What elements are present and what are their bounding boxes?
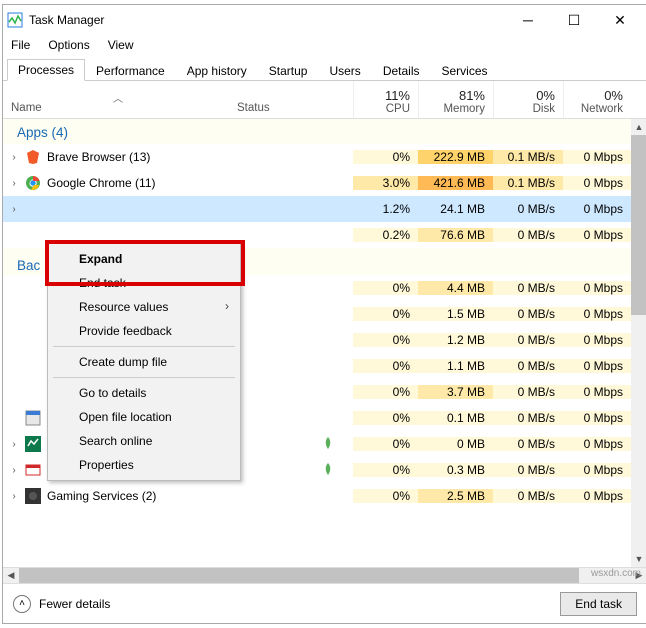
status-cell (233, 436, 353, 453)
process-name: Gaming Services (2) (47, 489, 156, 503)
cpu-cell: 0.2% (353, 228, 418, 242)
network-cell: 0 Mbps (563, 150, 631, 164)
process-row[interactable]: › Gaming Services (2) 0% 2.5 MB 0 MB/s 0… (3, 483, 646, 509)
disk-cell: 0.1 MB/s (493, 150, 563, 164)
maximize-button[interactable]: ☐ (551, 5, 597, 35)
menubar: File Options View (3, 35, 646, 55)
process-row[interactable]: › Brave Browser (13) 0% 222.9 MB 0.1 MB/… (3, 144, 646, 170)
end-task-button[interactable]: End task (560, 592, 637, 616)
feeds-icon (25, 436, 41, 452)
ctx-go-to-details[interactable]: Go to details (51, 381, 237, 405)
suspended-icon (323, 436, 333, 450)
footer: ˄ Fewer details End task (3, 583, 646, 623)
disk-cell: 0 MB/s (493, 202, 563, 216)
menu-options[interactable]: Options (48, 38, 89, 52)
process-name: Google Chrome (11) (47, 176, 156, 190)
fewer-details-toggle[interactable]: ˄ (13, 595, 31, 613)
tab-users[interactable]: Users (318, 60, 371, 81)
brave-icon (25, 149, 41, 165)
scroll-thumb[interactable] (631, 135, 646, 315)
vertical-scrollbar[interactable]: ▲ ▼ (631, 119, 646, 567)
expand-icon[interactable]: › (9, 491, 19, 502)
gaming-icon (25, 488, 41, 504)
disk-cell: 0 MB/s (493, 228, 563, 242)
disk-cell: 0.1 MB/s (493, 176, 563, 190)
films-tv-icon (25, 462, 41, 478)
column-disk[interactable]: 0% Disk (493, 81, 563, 118)
network-cell: 0 Mbps (563, 228, 631, 242)
network-cell: 0 Mbps (563, 202, 631, 216)
suspended-icon (323, 462, 333, 476)
column-headers: ︿ Name Status 11% CPU 81% Memory 0% Disk… (3, 81, 646, 119)
column-name[interactable]: Name (11, 102, 225, 114)
expand-icon[interactable]: › (9, 439, 19, 450)
memory-cell: 76.6 MB (418, 228, 493, 242)
tab-startup[interactable]: Startup (258, 60, 319, 81)
fewer-details-label[interactable]: Fewer details (39, 597, 110, 611)
expand-icon[interactable]: › (9, 465, 19, 476)
ctx-properties[interactable]: Properties (51, 453, 237, 477)
network-cell: 0 Mbps (563, 176, 631, 190)
window-title: Task Manager (29, 13, 104, 27)
tab-services[interactable]: Services (431, 60, 499, 81)
menu-file[interactable]: File (11, 38, 30, 52)
tab-performance[interactable]: Performance (85, 60, 176, 81)
scroll-left-icon[interactable]: ◀ (3, 568, 19, 583)
ctx-provide-feedback[interactable]: Provide feedback (51, 319, 237, 343)
expand-icon[interactable]: › (9, 178, 19, 189)
close-button[interactable]: ✕ (597, 5, 643, 35)
task-manager-window: Task Manager ─ ☐ ✕ File Options View Pro… (2, 4, 646, 624)
ctx-open-file-location[interactable]: Open file location (51, 405, 237, 429)
tab-bar: Processes Performance App history Startu… (3, 57, 646, 81)
tab-details[interactable]: Details (372, 60, 431, 81)
ctx-resource-values[interactable]: Resource values (51, 295, 237, 319)
chrome-icon (25, 175, 41, 191)
expand-icon[interactable]: › (9, 204, 19, 215)
watermark: wsxdn.com (591, 568, 641, 579)
column-cpu[interactable]: 11% CPU (353, 81, 418, 118)
tab-processes[interactable]: Processes (7, 59, 85, 81)
expand-icon[interactable]: › (9, 152, 19, 163)
column-memory[interactable]: 81% Memory (418, 81, 493, 118)
scroll-up-icon[interactable]: ▲ (631, 119, 646, 135)
hscroll-thumb[interactable] (19, 568, 579, 583)
process-row[interactable]: › 1.2% 24.1 MB 0 MB/s 0 Mbps (3, 196, 646, 222)
ctx-separator (53, 377, 235, 378)
menu-view[interactable]: View (108, 38, 134, 52)
tab-app-history[interactable]: App history (176, 60, 258, 81)
ctx-create-dump-file[interactable]: Create dump file (51, 350, 237, 374)
ctx-expand[interactable]: Expand (51, 247, 237, 271)
process-name: Brave Browser (13) (47, 150, 150, 164)
app-icon (25, 410, 41, 426)
group-apps: Apps (4) (3, 119, 646, 144)
cpu-cell: 1.2% (353, 202, 418, 216)
cpu-cell: 3.0% (353, 176, 418, 190)
ctx-search-online[interactable]: Search online (51, 429, 237, 453)
memory-cell: 24.1 MB (418, 202, 493, 216)
minimize-button[interactable]: ─ (505, 5, 551, 35)
ctx-end-task[interactable]: End task (51, 271, 237, 295)
titlebar: Task Manager ─ ☐ ✕ (3, 5, 646, 35)
column-status[interactable]: Status (233, 102, 353, 118)
column-network[interactable]: 0% Network (563, 81, 631, 118)
process-row[interactable]: › Google Chrome (11) 3.0% 421.6 MB 0.1 M… (3, 170, 646, 196)
task-manager-icon (7, 12, 23, 28)
horizontal-scrollbar[interactable]: ◀ ▶ (3, 567, 646, 583)
memory-cell: 222.9 MB (418, 150, 493, 164)
ctx-separator (53, 346, 235, 347)
cpu-cell: 0% (353, 150, 418, 164)
context-menu: Expand End task Resource values Provide … (47, 243, 241, 481)
sort-indicator-icon: ︿ (11, 90, 225, 102)
scroll-down-icon[interactable]: ▼ (631, 551, 646, 567)
memory-cell: 421.6 MB (418, 176, 493, 190)
